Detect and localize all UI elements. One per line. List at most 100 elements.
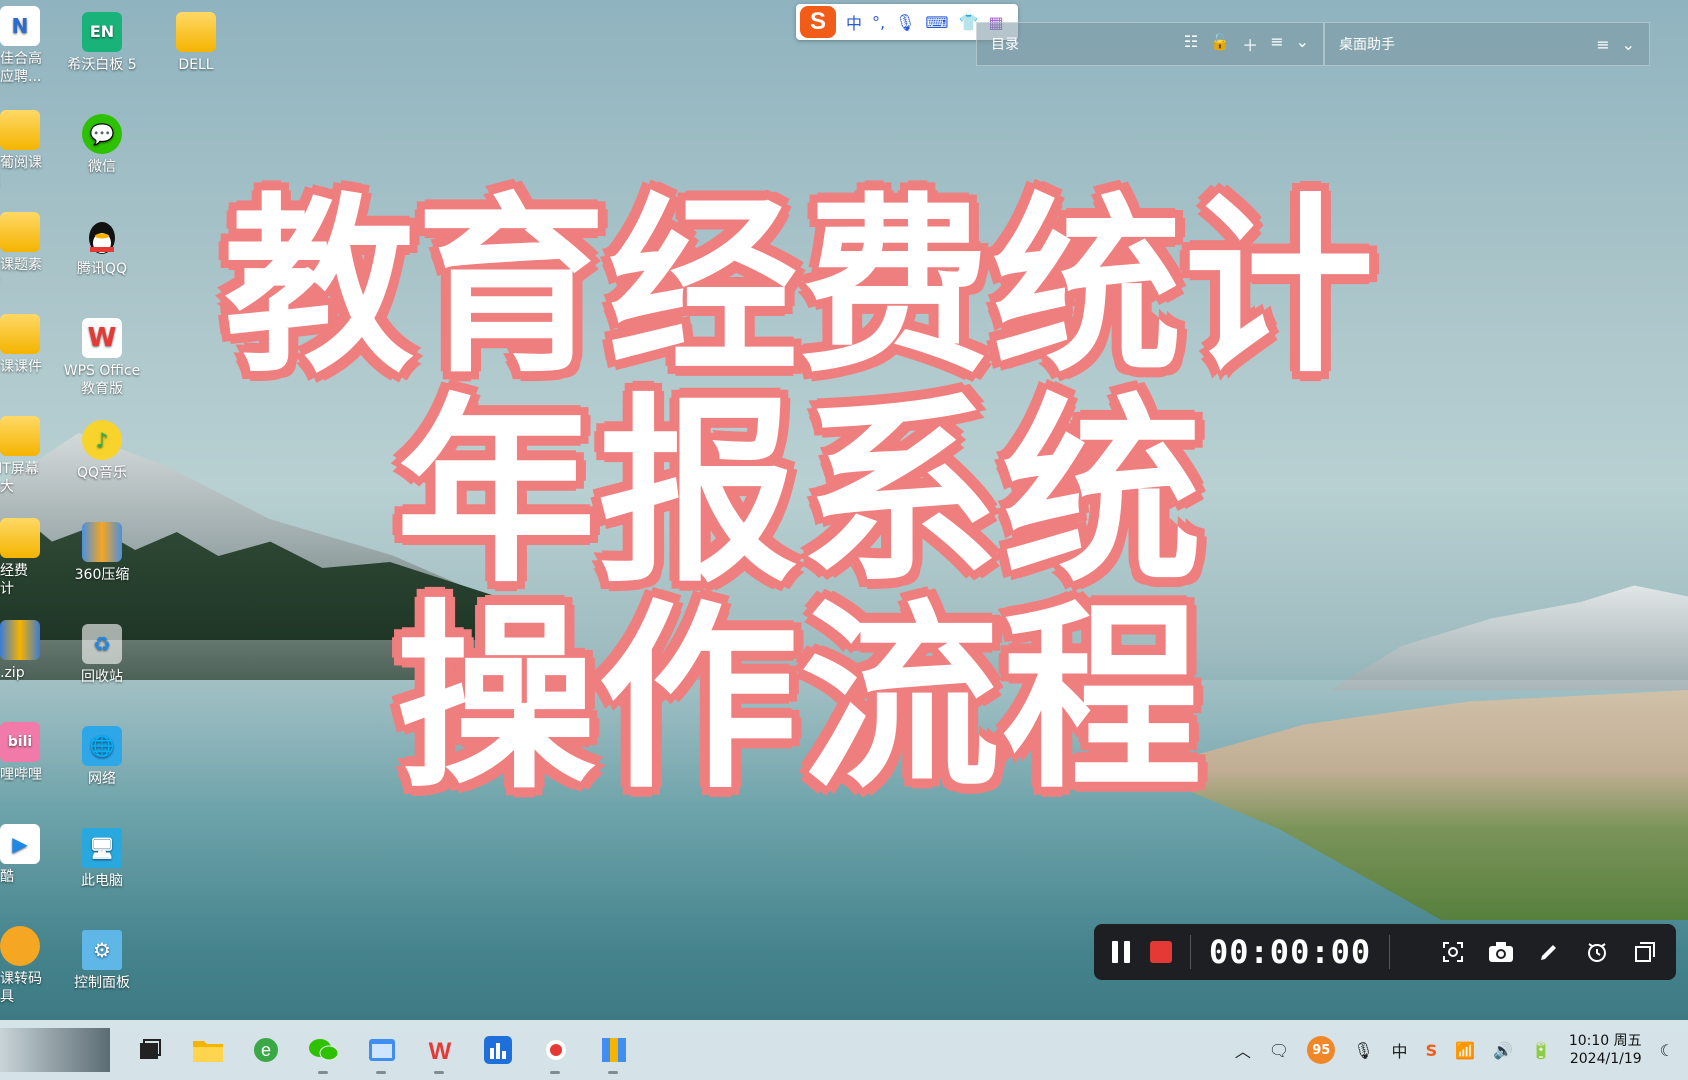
- desktop-icon-label: 网络: [88, 771, 116, 787]
- timer-icon[interactable]: [1584, 939, 1610, 965]
- whiteboard-icon: EN: [82, 12, 122, 52]
- sogou-ime-logo[interactable]: S: [800, 6, 836, 38]
- desktop-icon-label: QQ音乐: [76, 465, 128, 481]
- desktop-icon-wps[interactable]: W WPS Office 教育版: [54, 318, 150, 398]
- screen-recorder-bar: 00:00:00: [1094, 924, 1676, 980]
- add-icon[interactable]: ＋: [1242, 32, 1258, 56]
- message-icon[interactable]: 🗨: [1269, 1041, 1289, 1060]
- this-pc-icon: 🖥: [82, 828, 122, 868]
- battery-icon[interactable]: 🔋: [1531, 1041, 1551, 1060]
- menu-icon[interactable]: ≡: [1596, 35, 1609, 54]
- task-view-icon[interactable]: [132, 1032, 168, 1068]
- desktop-icon-folder[interactable]: MIT屏幕 放大: [0, 416, 46, 496]
- panel-title: 目录: [991, 37, 1019, 53]
- desktop-icon-label: 明课课件: [0, 359, 42, 375]
- desktop-icon-qq-music[interactable]: ♪ QQ音乐: [54, 420, 150, 482]
- desktop-icon-folder[interactable]: 明课课件: [0, 314, 46, 376]
- qq-icon: [82, 216, 122, 256]
- chevron-up-icon[interactable]: ︿: [1235, 1038, 1251, 1062]
- desktop-icon-folder[interactable]: 年经费 统计: [0, 518, 46, 598]
- window-mode-icon[interactable]: [1632, 939, 1658, 965]
- microphone-icon[interactable]: 🎙: [1353, 1041, 1373, 1060]
- desktop-icon-folder[interactable]: 爱葡阅课 题: [0, 110, 46, 190]
- folder-icon: [0, 314, 40, 354]
- desktop-icon-360-compress[interactable]: 360压缩: [54, 522, 150, 584]
- taskbar-avatar-thumbnail[interactable]: [0, 1028, 110, 1072]
- lock-icon[interactable]: 🔓: [1210, 32, 1230, 56]
- wifi-icon[interactable]: 📶: [1455, 1041, 1475, 1060]
- desktop-icon-label: 爱葡阅课 题: [0, 155, 42, 171]
- title-line-3: 操作流程: [395, 583, 1204, 816]
- video-title-overlay: 教育经费统计 年报系统 操作流程: [180, 185, 1420, 803]
- desktop-icon-label: 微信: [88, 159, 116, 175]
- desktop-icon-label: 年经费 统计: [0, 563, 28, 597]
- list-view-icon[interactable]: ☷: [1184, 32, 1198, 56]
- control-panel-icon: ⚙: [82, 930, 122, 970]
- wps-taskbar-icon[interactable]: W: [422, 1032, 458, 1074]
- chevron-down-icon[interactable]: ⌄: [1296, 32, 1309, 56]
- volume-icon[interactable]: 🔊: [1493, 1041, 1513, 1060]
- keyboard-icon[interactable]: ⌨: [925, 13, 948, 32]
- folder-icon: [0, 518, 40, 558]
- microphone-icon[interactable]: 🎙: [895, 13, 915, 32]
- directory-panel: 目录 ☷ 🔓 ＋ ≡ ⌄: [976, 22, 1324, 66]
- region-capture-icon[interactable]: [1440, 939, 1466, 965]
- file-explorer-icon[interactable]: [190, 1032, 226, 1068]
- svg-text:W: W: [429, 1038, 452, 1064]
- desktop-icon-this-pc[interactable]: 🖥 此电脑: [54, 828, 150, 890]
- chevron-down-icon[interactable]: ⌄: [1622, 35, 1635, 54]
- desktop-icon-label: 训课题素 材: [0, 257, 42, 273]
- desktop-icon-label: 优酷: [0, 869, 14, 885]
- ime-punctuation-toggle[interactable]: °,: [872, 13, 885, 32]
- converter-icon: [0, 926, 40, 966]
- desktop-icon-label: WPS Office 教育版: [63, 363, 141, 397]
- ime-language-indicator[interactable]: 中: [1392, 1038, 1408, 1062]
- do-not-disturb-icon[interactable]: ☾: [1660, 1041, 1674, 1060]
- desktop-icon-label: 希沃白板 5: [67, 57, 137, 73]
- menu-icon[interactable]: ≡: [1270, 32, 1283, 56]
- desktop-icon-qq[interactable]: 腾讯QQ: [54, 216, 150, 278]
- sogou-tray-icon[interactable]: S: [1426, 1041, 1438, 1060]
- desktop-icon-recycle-bin[interactable]: ♻ 回收站: [54, 624, 150, 686]
- folder-icon: [0, 212, 40, 252]
- recording-timer: 00:00:00: [1209, 933, 1372, 971]
- qq-music-icon: ♪: [82, 420, 122, 460]
- pause-button[interactable]: [1112, 941, 1132, 963]
- clock-time: 10:10 周五: [1568, 1033, 1642, 1049]
- panel-title: 桌面助手: [1339, 37, 1395, 53]
- recorder-taskbar-icon[interactable]: [538, 1032, 574, 1074]
- tray-badge-95[interactable]: 95: [1307, 1036, 1336, 1064]
- desktop-icon-whiteboard[interactable]: EN 希沃白板 5: [54, 12, 150, 74]
- wechat-taskbar-icon[interactable]: [306, 1032, 342, 1074]
- desktop-icon-youku[interactable]: ▶ 优酷: [0, 824, 46, 886]
- clock-date: 2024/1/19: [1569, 1051, 1642, 1067]
- desktop-assistant-panel: 桌面助手 ≡ ⌄: [1324, 22, 1650, 66]
- network-icon: 🌐: [82, 726, 122, 766]
- title-line-2: 年报系统: [395, 377, 1204, 610]
- desktop-icon-dell[interactable]: DELL: [148, 12, 244, 74]
- desktop-icon-zip[interactable]: 文.zip: [0, 620, 46, 682]
- archive-taskbar-icon[interactable]: [596, 1032, 632, 1074]
- desktop-icon-wechat[interactable]: 💬 微信: [54, 114, 150, 176]
- stats-app-icon[interactable]: [480, 1032, 516, 1068]
- desktop-icon-converter[interactable]: 一课转码 工具: [0, 926, 46, 1006]
- camera-icon[interactable]: [1488, 939, 1514, 965]
- recycle-bin-icon: ♻: [82, 624, 122, 664]
- taskbar: e W ︿ 🗨 95 🎙 中 S 📶 🔊 🔋 10:10 周五 2024/1/1…: [0, 1020, 1688, 1080]
- desktop-icon-label: 控制面板: [74, 975, 130, 991]
- folder-icon: [176, 12, 216, 52]
- ime-mode-toggle[interactable]: 中: [846, 10, 862, 34]
- title-line-1: 教育经费统计: [223, 177, 1376, 398]
- bilibili-icon: bili: [0, 722, 40, 762]
- desktop-icon-folder[interactable]: 训课题素 材: [0, 212, 46, 292]
- desktop-icon-network[interactable]: 🌐 网络: [54, 726, 150, 788]
- window-app-icon[interactable]: [364, 1032, 400, 1074]
- desktop-icon-bilibili[interactable]: bili 哔哩哔哩: [0, 722, 46, 784]
- system-clock[interactable]: 10:10 周五 2024/1/19: [1569, 1032, 1642, 1068]
- divider: [1190, 935, 1191, 969]
- stop-button[interactable]: [1150, 941, 1172, 963]
- desktop-icon-doc[interactable]: N 课佳合高 学应聘...: [0, 6, 46, 86]
- desktop-icon-control-panel[interactable]: ⚙ 控制面板: [54, 930, 150, 992]
- browser-icon[interactable]: e: [248, 1032, 284, 1068]
- pen-icon[interactable]: [1536, 939, 1562, 965]
